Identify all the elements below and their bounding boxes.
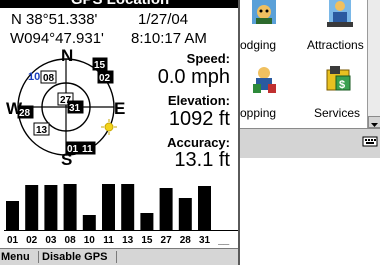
app-label-attractions[interactable]: Attractions <box>307 38 364 52</box>
svg-text:13: 13 <box>36 125 48 136</box>
sat-marker: 10 <box>28 71 40 83</box>
signal-bar-label: 11 <box>103 235 114 246</box>
sat-marker: 15 <box>92 57 108 71</box>
accuracy-value: 13.1 ft <box>174 149 230 171</box>
menu-divider <box>116 251 117 263</box>
compass-north: N <box>61 46 73 65</box>
svg-text:11: 11 <box>82 144 93 155</box>
signal-bar <box>6 201 19 230</box>
svg-text:31: 31 <box>69 103 81 114</box>
signal-bar-label: 28 <box>180 235 192 246</box>
sat-marker: 13 <box>33 122 50 136</box>
app-label-shopping[interactable]: opping <box>240 106 276 120</box>
disable-gps-button[interactable]: Disable GPS <box>42 251 107 263</box>
svg-text:15: 15 <box>94 60 106 71</box>
sky-plot: N S W E 10 08 15 02 27 31 28 13 01 11 <box>6 46 125 166</box>
signal-bar <box>178 198 192 230</box>
compass-east: E <box>114 99 125 118</box>
signal-bar-label: 02 <box>26 235 38 246</box>
signal-bar <box>63 184 77 230</box>
svg-text:28: 28 <box>19 108 31 119</box>
signal-strength-chart: 01 02 03 08 10 11 13 15 27 28 31 __ <box>4 184 238 246</box>
signal-bar <box>159 188 173 230</box>
signal-bar-label: 10 <box>84 235 96 246</box>
speed-value: 0.0 mph <box>157 66 230 88</box>
signal-bar-label: 31 <box>199 235 211 246</box>
elevation-label: Elevation: <box>167 93 230 108</box>
signal-bar <box>198 186 211 230</box>
signal-bar <box>140 213 154 230</box>
app-label-lodging[interactable]: odging <box>240 38 276 52</box>
launcher-scrollbar[interactable] <box>367 0 381 128</box>
date: 1/27/04 <box>138 11 189 28</box>
services-icon[interactable]: $ <box>324 66 354 96</box>
signal-bar-label: 08 <box>65 235 77 246</box>
speed-label: Speed: <box>186 51 230 66</box>
sat-marker: 02 <box>97 70 114 84</box>
gps-panel: GPS Location N 38°51.338' 1/27/04 W094°4… <box>0 0 240 265</box>
taskbar <box>240 128 389 158</box>
svg-text:08: 08 <box>43 73 55 84</box>
lodging-icon[interactable] <box>250 0 278 30</box>
app-label-services[interactable]: Services <box>314 106 360 120</box>
signal-bar-label: 13 <box>122 235 134 246</box>
gps-title: GPS Location <box>0 0 238 8</box>
sat-marker: 28 <box>17 105 34 119</box>
signal-bar <box>121 184 135 230</box>
accuracy-label: Accuracy: <box>167 135 230 150</box>
svg-text:$: $ <box>339 79 345 91</box>
signal-bar-label: __ <box>217 235 230 246</box>
signal-bar <box>25 185 39 230</box>
menu-button[interactable]: Menu <box>1 251 30 263</box>
signal-bar <box>44 185 58 230</box>
signal-bar <box>82 215 96 230</box>
elevation-value: 1092 ft <box>168 108 230 130</box>
svg-text:02: 02 <box>99 73 111 84</box>
sat-marker: 08 <box>40 70 57 84</box>
sat-marker: 01 <box>65 141 81 155</box>
sun-icon <box>101 119 117 135</box>
signal-bar-label: 15 <box>141 235 153 246</box>
latitude: N 38°51.338' <box>11 11 98 28</box>
attractions-icon[interactable] <box>325 0 355 30</box>
signal-bar <box>102 184 115 230</box>
time: 8:10:17 AM <box>131 30 207 47</box>
shopping-icon[interactable] <box>250 66 278 96</box>
svg-text:01: 01 <box>67 144 79 155</box>
signal-bar-label: 01 <box>7 235 19 246</box>
gps-menu-bar: Menu Disable GPS <box>0 248 238 265</box>
signal-bar-label: 27 <box>161 235 173 246</box>
menu-divider <box>38 251 39 263</box>
signal-bar-label: 03 <box>45 235 57 246</box>
sat-marker: 31 <box>67 100 84 114</box>
sat-marker: 11 <box>80 141 96 155</box>
screen-edge <box>380 0 389 265</box>
